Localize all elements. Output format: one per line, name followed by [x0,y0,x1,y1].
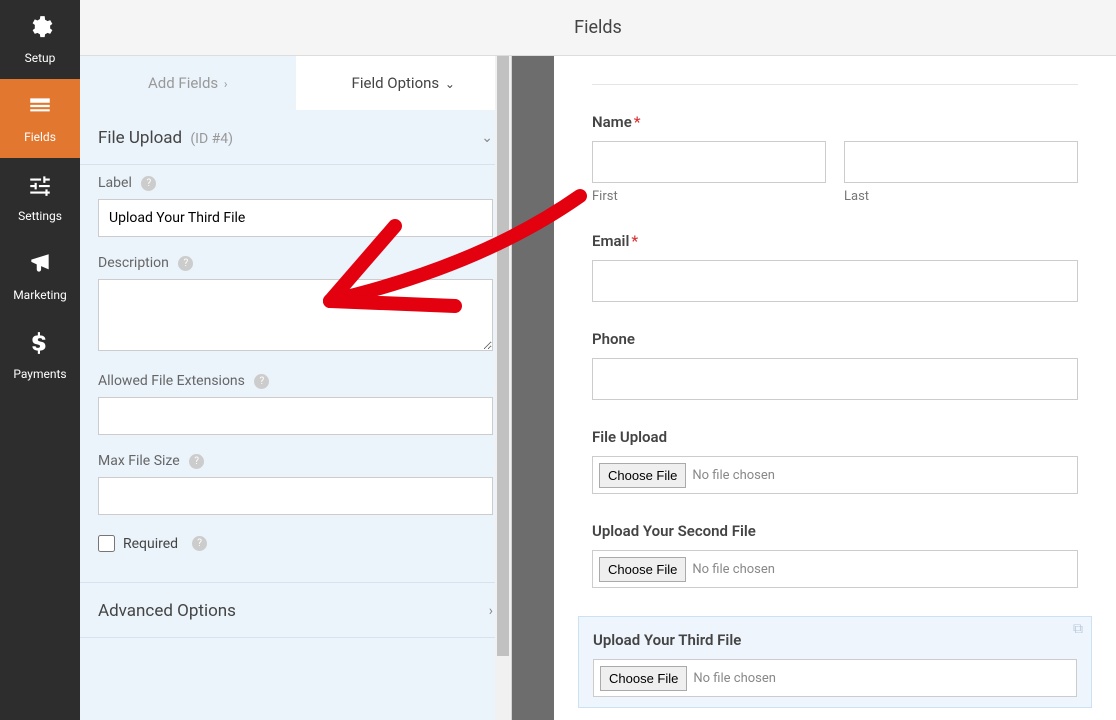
options-scrollarea[interactable]: File Upload (ID #4) ⌄ Label ? Descriptio… [80,110,511,720]
description-group: Description ? [80,245,511,363]
file3-input[interactable]: Choose File No file chosen [593,659,1077,697]
file1-label: File Upload [592,428,1078,446]
choose-file-button[interactable]: Choose File [599,557,686,582]
sidebar-label: Payments [13,367,66,381]
bullhorn-icon [27,251,53,282]
page-title: Fields [574,17,622,38]
chevron-right-icon[interactable]: › [489,603,493,619]
last-name-input[interactable] [844,141,1078,183]
tab-field-options[interactable]: Field Options ⌄ [296,56,512,110]
scrollbar-thumb[interactable] [497,56,509,656]
required-checkbox[interactable] [98,535,115,552]
tabs: Add Fields › Field Options ⌄ [80,56,511,110]
sidebar-item-settings[interactable]: Settings [0,158,80,237]
sidebar-item-fields[interactable]: Fields [0,79,80,158]
description-input[interactable] [98,279,493,351]
content: Fields Add Fields › Field Options ⌄ File… [80,0,1116,720]
label-input[interactable] [98,199,493,237]
max-size-input[interactable] [98,477,493,515]
description-label: Description ? [98,255,493,271]
sidebar-item-marketing[interactable]: Marketing [0,237,80,316]
required-row: Required ? [80,523,511,574]
sidebar-label: Settings [18,209,62,223]
divider [592,84,1078,85]
max-size-group: Max File Size ? [80,443,511,523]
last-sublabel: Last [844,189,1078,204]
topbar: Fields [80,0,1116,56]
allowed-ext-input[interactable] [98,397,493,435]
preview-file3-field[interactable]: ⧉ Upload Your Third File Choose File No … [578,616,1092,708]
required-asterisk: * [631,232,638,250]
label-group: Label ? [80,165,511,245]
allowed-ext-group: Allowed File Extensions ? [80,363,511,443]
duplicate-icon[interactable]: ⧉ [1073,621,1083,637]
file2-label: Upload Your Second File [592,522,1078,540]
file2-input[interactable]: Choose File No file chosen [592,550,1078,588]
sidebar-label: Fields [24,130,56,144]
gear-icon [27,14,53,45]
scrollbar[interactable] [495,56,511,720]
help-icon[interactable]: ? [141,176,156,191]
help-icon[interactable]: ? [178,256,193,271]
label-label: Label ? [98,175,493,191]
help-icon[interactable]: ? [192,536,207,551]
chevron-down-icon: ⌄ [445,77,455,91]
name-label: Name* [592,113,1078,131]
help-icon[interactable]: ? [254,374,269,389]
left-panel: Add Fields › Field Options ⌄ File Upload… [80,56,512,720]
advanced-title: Advanced Options [98,601,236,621]
file1-input[interactable]: Choose File No file chosen [592,456,1078,494]
main: Add Fields › Field Options ⌄ File Upload… [80,56,1116,720]
allowed-ext-label: Allowed File Extensions ? [98,373,493,389]
preview-phone-field[interactable]: Phone [592,330,1078,400]
chevron-down-icon[interactable]: ⌄ [481,130,493,146]
required-label: Required [123,536,178,552]
form-icon [27,93,53,124]
chevron-right-icon: › [224,77,228,91]
choose-file-button[interactable]: Choose File [600,666,687,691]
email-input[interactable] [592,260,1078,302]
tab-add-fields[interactable]: Add Fields › [80,56,296,110]
preview-email-field[interactable]: Email* [592,232,1078,302]
email-label: Email* [592,232,1078,250]
dollar-icon [27,330,53,361]
preview-panel: Name* First Last Email* [554,56,1116,720]
preview-file1-field[interactable]: File Upload Choose File No file chosen [592,428,1078,494]
first-name-input[interactable] [592,141,826,183]
field-section-title: File Upload (ID #4) [98,128,233,148]
required-asterisk: * [634,113,641,131]
max-size-label: Max File Size ? [98,453,493,469]
panel-divider [512,56,554,720]
sidebar-label: Marketing [13,288,67,302]
no-file-text: No file chosen [692,468,775,483]
phone-input[interactable] [592,358,1078,400]
preview-name-field[interactable]: Name* First Last [592,113,1078,204]
sidebar-item-payments[interactable]: Payments [0,316,80,395]
sliders-icon [27,172,53,203]
choose-file-button[interactable]: Choose File [599,463,686,488]
no-file-text: No file chosen [693,671,776,686]
first-sublabel: First [592,189,826,204]
help-icon[interactable]: ? [189,454,204,469]
preview-file2-field[interactable]: Upload Your Second File Choose File No f… [592,522,1078,588]
no-file-text: No file chosen [692,562,775,577]
advanced-header[interactable]: Advanced Options › [80,582,511,638]
phone-label: Phone [592,330,1078,348]
file3-label: Upload Your Third File [593,631,1077,649]
field-section-header[interactable]: File Upload (ID #4) ⌄ [80,110,511,165]
sidebar: Setup Fields Settings Marketing Payments [0,0,80,720]
sidebar-item-setup[interactable]: Setup [0,0,80,79]
sidebar-label: Setup [25,51,56,65]
